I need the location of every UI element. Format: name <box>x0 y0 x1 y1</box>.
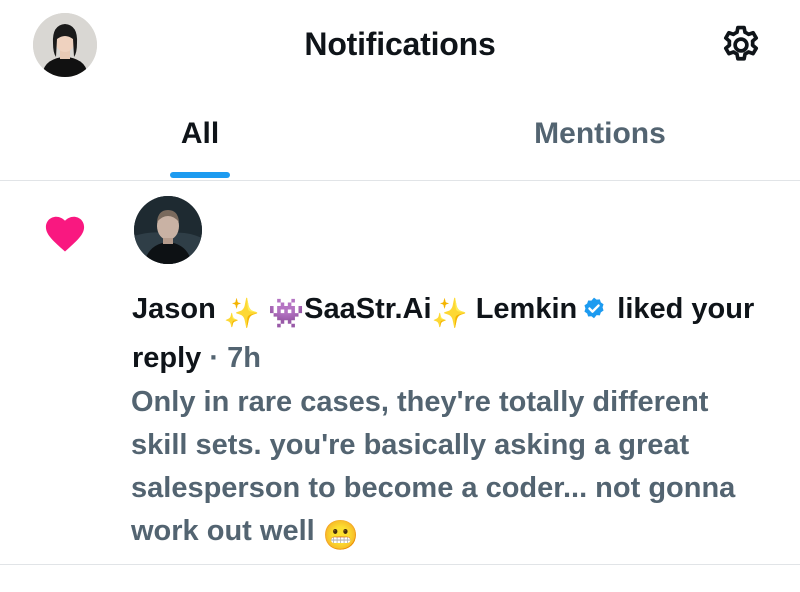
verified-badge-icon <box>584 297 604 319</box>
notifications-screen: Notifications All Mentions Jason ✨ 👾SaaS… <box>0 0 800 592</box>
page-title: Notifications <box>304 26 496 62</box>
settings-button[interactable] <box>716 20 766 70</box>
tab-all[interactable]: All <box>0 92 400 180</box>
notification-time: 7h <box>227 342 261 374</box>
tab-all-label: All <box>180 117 220 150</box>
actor-avatar[interactable] <box>134 196 202 264</box>
tab-mentions-label: Mentions <box>534 117 666 150</box>
sparkles-emoji-2: ✨ <box>431 298 468 330</box>
actor-name[interactable]: Jason ✨ 👾SaaStr.Ai✨ Lemkin <box>132 293 577 330</box>
alien-monster-emoji: 👾 <box>268 298 305 330</box>
actor-avatar-image <box>134 196 202 264</box>
grimacing-face-emoji: 😬 <box>322 520 359 552</box>
heart-icon <box>45 216 85 252</box>
notification-item[interactable]: Jason ✨ 👾SaaStr.Ai✨ Lemkin liked your re… <box>0 181 800 565</box>
reply-text-content: Only in rare cases, they're totally diff… <box>131 386 736 547</box>
gear-icon <box>723 25 759 61</box>
active-tab-indicator <box>170 172 230 178</box>
notification-headline: Jason ✨ 👾SaaStr.Ai✨ Lemkin liked your re… <box>132 287 772 380</box>
tab-mentions[interactable]: Mentions <box>400 92 800 180</box>
reply-text: Only in rare cases, they're totally diff… <box>131 381 771 558</box>
sparkles-emoji: ✨ <box>223 298 260 330</box>
top-header: Notifications <box>0 0 800 92</box>
tab-bar: All Mentions <box>0 92 800 181</box>
separator-dot: · <box>209 342 220 374</box>
